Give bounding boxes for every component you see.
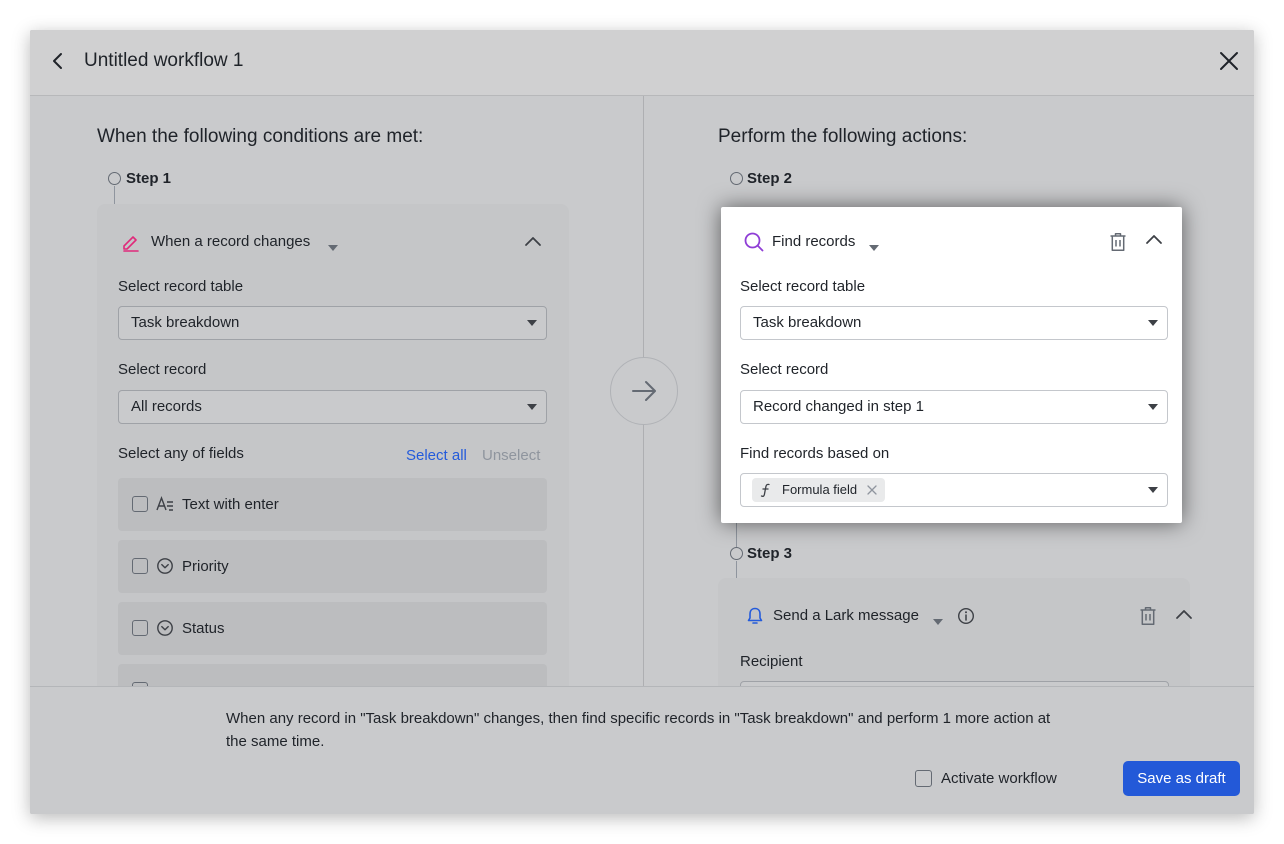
fields-label: Select any of fields — [118, 445, 244, 462]
table-label: Select record table — [118, 278, 244, 295]
workflow-modal: Untitled workflow 1 When the following c… — [30, 30, 1254, 814]
step-3-line — [736, 561, 737, 579]
single-select-icon — [156, 619, 174, 637]
record-table-value: Task breakdown — [753, 314, 862, 331]
conditions-title: When the following conditions are met: — [97, 126, 424, 147]
field-row-priority[interactable]: Priority — [118, 540, 547, 593]
caret-down-icon — [1148, 487, 1158, 493]
flow-arrow — [610, 357, 678, 425]
record-select[interactable]: Record changed in step 1 — [740, 390, 1168, 424]
formula-icon — [760, 483, 770, 497]
step-connector-line — [736, 523, 737, 547]
table-label: Select record table — [740, 278, 866, 295]
step-1-label: Step 1 — [126, 170, 172, 187]
based-on-label: Find records based on — [740, 445, 890, 462]
search-icon — [743, 231, 765, 253]
modal-header: Untitled workflow 1 — [30, 30, 1254, 96]
collapse-icon[interactable] — [523, 232, 543, 252]
info-icon[interactable] — [957, 607, 975, 625]
field-name: Priority — [182, 558, 229, 575]
workflow-title: Untitled workflow 1 — [84, 50, 244, 71]
select-all-link[interactable]: Select all — [406, 447, 467, 464]
close-icon[interactable] — [1217, 49, 1241, 73]
caret-down-icon — [933, 619, 943, 625]
save-as-draft-button[interactable]: Save as draft — [1123, 761, 1240, 796]
trash-icon[interactable] — [1139, 606, 1157, 626]
field-name: Status — [182, 620, 225, 637]
step-2-label: Step 2 — [747, 170, 793, 187]
record-table-value: Task breakdown — [131, 314, 240, 331]
arrow-right-icon — [632, 381, 656, 401]
record-label: Select record — [118, 361, 207, 378]
trash-icon[interactable] — [1109, 232, 1127, 252]
caret-down-icon — [328, 245, 338, 251]
recipient-label: Recipient — [740, 653, 803, 670]
lark-message-card: Send a Lark message Recipient — [718, 578, 1192, 715]
field-name: Text with enter — [182, 496, 279, 513]
actions-title: Perform the following actions: — [718, 126, 968, 147]
field-checkbox[interactable] — [132, 620, 148, 636]
trigger-card: When a record changes Select record tabl… — [97, 204, 569, 717]
caret-down-icon — [869, 245, 879, 251]
based-on-select[interactable]: Formula field — [740, 473, 1168, 507]
field-row-status[interactable]: Status — [118, 602, 547, 655]
step-1-dot — [108, 172, 121, 185]
record-table-select[interactable]: Task breakdown — [118, 306, 547, 340]
modal-footer: When any record in "Task breakdown" chan… — [30, 686, 1254, 814]
action-type-dropdown[interactable] — [869, 238, 879, 256]
record-value: All records — [131, 398, 202, 415]
formula-field-tag: Formula field — [752, 478, 886, 502]
back-icon[interactable] — [48, 50, 68, 72]
edit-pencil-icon — [121, 232, 141, 252]
trigger-title: When a record changes — [151, 233, 311, 250]
bell-icon — [745, 606, 765, 626]
text-field-icon — [156, 495, 174, 513]
record-select[interactable]: All records — [118, 390, 547, 424]
unselect-link[interactable]: Unselect — [482, 447, 540, 464]
record-table-select[interactable]: Task breakdown — [740, 306, 1168, 340]
single-select-icon — [156, 557, 174, 575]
step-3-label: Step 3 — [747, 545, 793, 562]
action-type-dropdown[interactable] — [933, 612, 943, 630]
field-checkbox[interactable] — [132, 558, 148, 574]
find-records-card: Find records Select record table Task br… — [721, 207, 1182, 523]
record-value: Record changed in step 1 — [753, 398, 924, 415]
tag-label: Formula field — [782, 482, 858, 497]
find-records-title: Find records — [772, 233, 856, 250]
step-1-line — [114, 186, 115, 204]
remove-tag-icon[interactable] — [865, 483, 879, 497]
collapse-icon[interactable] — [1144, 230, 1164, 250]
lark-message-title: Send a Lark message — [773, 607, 919, 624]
step-3-dot — [730, 547, 743, 560]
caret-down-icon — [527, 320, 537, 326]
collapse-icon[interactable] — [1174, 605, 1194, 625]
activate-workflow-checkbox[interactable] — [915, 770, 932, 787]
workflow-summary: When any record in "Task breakdown" chan… — [226, 710, 1051, 750]
field-row-text-with-enter[interactable]: Text with enter — [118, 478, 547, 531]
caret-down-icon — [1148, 320, 1158, 326]
caret-down-icon — [1148, 404, 1158, 410]
caret-down-icon — [527, 404, 537, 410]
field-checkbox[interactable] — [132, 496, 148, 512]
trigger-type-dropdown[interactable] — [328, 238, 338, 256]
record-label: Select record — [740, 361, 829, 378]
step-2-dot — [730, 172, 743, 185]
activate-workflow-label[interactable]: Activate workflow — [941, 770, 1057, 787]
